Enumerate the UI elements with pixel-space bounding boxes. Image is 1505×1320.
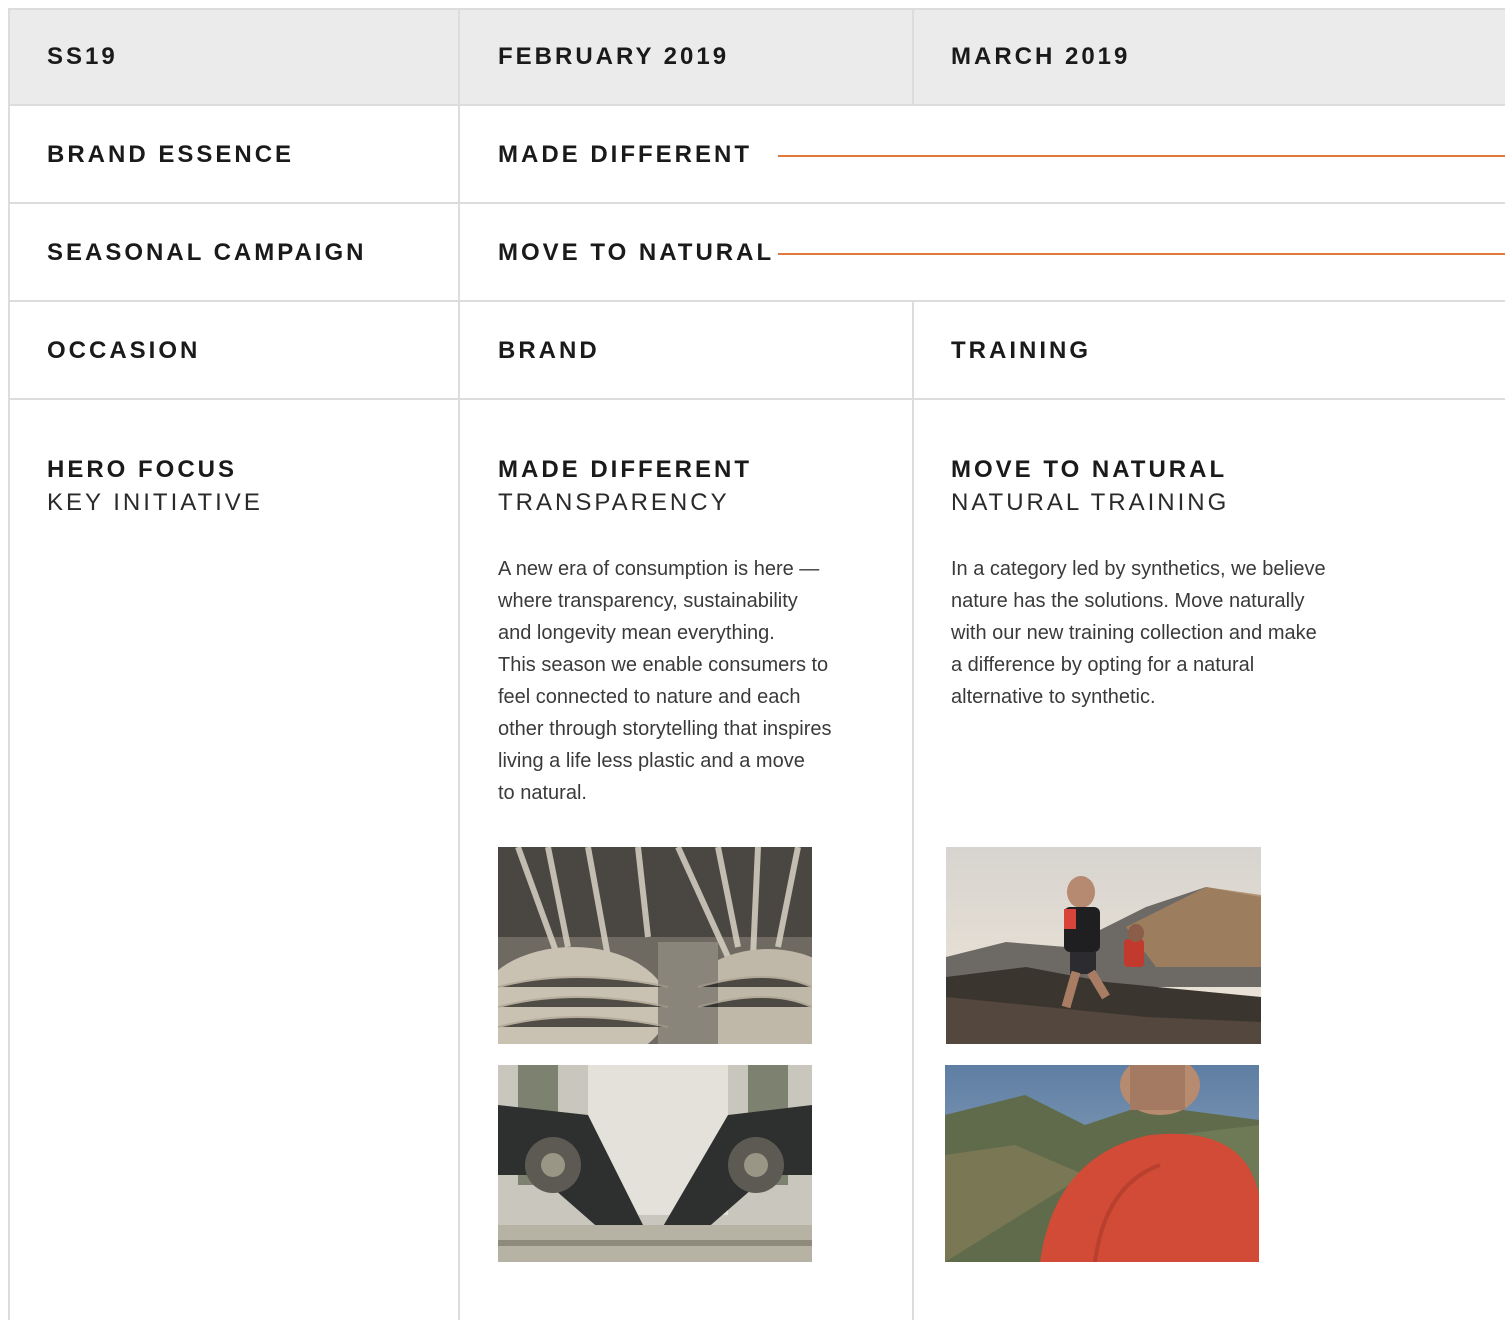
training-hero-body: In a category led by synthetics, we beli… (951, 558, 1326, 708)
brand-essence-value: MADE DIFFERENT (498, 141, 752, 168)
trail-runners-photo (946, 847, 1261, 1044)
grid-row-1 (8, 104, 1505, 106)
brand-hero-subtitle: TRANSPARENCY (498, 489, 730, 516)
knitting-machine-photo (498, 1065, 812, 1262)
training-hero-title: MOVE TO NATURAL (951, 456, 1228, 483)
hero-focus-label: HERO FOCUS (47, 456, 238, 483)
seasonal-campaign-label: SEASONAL CAMPAIGN (47, 239, 367, 266)
grid-col-1 (458, 8, 460, 1320)
header-band (8, 8, 1505, 105)
grid-row-2 (8, 202, 1505, 204)
brand-essence-label: BRAND ESSENCE (47, 141, 295, 168)
month-march: MARCH 2019 (951, 43, 1131, 70)
seasonal-campaign-timeline (778, 253, 1505, 255)
grid-col-2-bottom (912, 301, 914, 1320)
key-initiative-label: KEY INITIATIVE (47, 489, 263, 516)
season-label: SS19 (47, 43, 118, 70)
month-february: FEBRUARY 2019 (498, 43, 730, 70)
grid-row-3 (8, 300, 1505, 302)
yarn-spools-photo (498, 847, 812, 1044)
training-hero-subtitle: NATURAL TRAINING (951, 489, 1230, 516)
grid-row-4 (8, 398, 1505, 400)
occasion-training: TRAINING (951, 337, 1091, 364)
red-shirt-runner-photo (945, 1065, 1259, 1262)
occasion-label: OCCASION (47, 337, 201, 364)
brand-hero-body: A new era of consumption is here — where… (498, 558, 832, 804)
occasion-brand: BRAND (498, 337, 600, 364)
grid-col-2-top (912, 8, 914, 105)
brand-hero-title: MADE DIFFERENT (498, 456, 752, 483)
grid-left (8, 8, 10, 1320)
grid-top (8, 8, 1505, 10)
brand-essence-timeline (778, 155, 1505, 157)
seasonal-campaign-value: MOVE TO NATURAL (498, 239, 775, 266)
